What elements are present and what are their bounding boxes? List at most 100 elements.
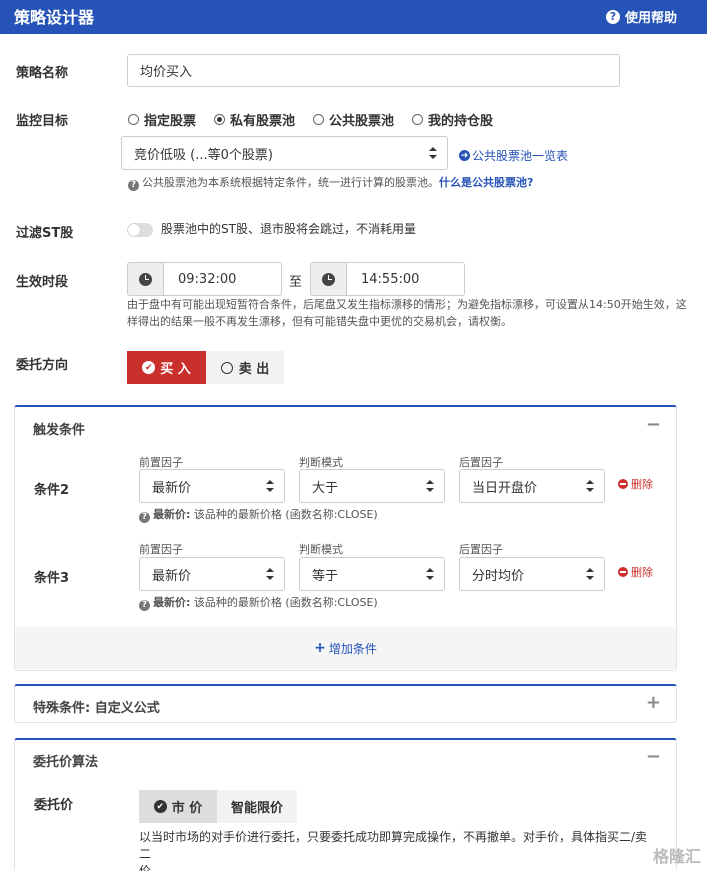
stock-pool-value: 竞价低吸 (...等0个股票) [134, 147, 273, 163]
select-arrow-icon [266, 568, 274, 580]
question-icon: ? [605, 9, 620, 24]
start-time-group: 09:32:00 [127, 262, 282, 296]
add-condition-button[interactable]: + 增加条件 [15, 627, 676, 669]
collapse-icon[interactable]: − [646, 746, 661, 767]
condition-hint-text: 该品种的最新价格 (函数名称:CLOSE) [193, 596, 378, 609]
direction-label: 委托方向 [16, 358, 69, 373]
monitor-target-label: 监控目标 [16, 114, 69, 129]
help-label: 使用帮助 [624, 11, 677, 26]
end-time-group: 14:55:00 [310, 262, 465, 296]
market-price-label: 市 价 [171, 801, 203, 816]
sell-label: 卖 出 [238, 362, 270, 377]
radio-circle [412, 114, 424, 125]
judge-mode-label: 判断模式 [299, 456, 343, 469]
public-pool-hint: ? 公共股票池为本系统根据特定条件，统一进行计算的股票池。什么是公共股票池? [128, 174, 533, 191]
start-time-addon [127, 262, 163, 296]
page-title: 策略设计器 [14, 8, 95, 27]
delete-condition-button[interactable]: 删除 [618, 564, 653, 580]
radio-label: 指定股票 [144, 114, 197, 129]
clock-icon [139, 272, 152, 286]
radio-label: 私有股票池 [230, 114, 296, 129]
delete-condition-button[interactable]: 删除 [618, 476, 653, 492]
active-period-note-line: 由于盘中有可能出现短暂符合条件，后尾盘又发生指标漂移的情形；为避免指标漂移，可设… [127, 298, 687, 311]
start-time-input[interactable]: 09:32:00 [163, 262, 282, 296]
price-label: 委托价 [34, 798, 74, 813]
select-arrow-icon [426, 568, 434, 580]
special-panel-title: 特殊条件: 自定义公式 [33, 701, 160, 716]
active-period-note: 由于盘中有可能出现短暂符合条件，后尾盘又发生指标漂移的情形；为避免指标漂移，可设… [127, 296, 687, 330]
radio-circle [313, 114, 325, 125]
condition-hint: ? 最新价: 该品种的最新价格 (函数名称:CLOSE) [139, 506, 378, 523]
question-icon: ? [128, 180, 139, 191]
check-circle-icon: ✔ [142, 361, 156, 374]
back-factor-select[interactable]: 分时均价 [459, 557, 605, 591]
select-arrow-icon [266, 480, 274, 492]
public-pool-hint-text: 公共股票池为本系统根据特定条件，统一进行计算的股票池。 [142, 176, 439, 189]
condition-hint-bold: 最新价: [153, 508, 191, 521]
judge-mode-value: 等于 [312, 568, 339, 584]
plus-icon: + [314, 640, 326, 656]
radio-private-pool[interactable]: 私有股票池 [214, 110, 295, 129]
question-icon: ? [139, 512, 150, 523]
radio-my-holdings[interactable]: 我的持仓股 [412, 110, 493, 129]
price-description-line: 以当时市场的对手价进行委托，只要委托成功即算完成操作，不再撤单。对手价，具体指买… [139, 830, 648, 861]
sell-button[interactable]: 卖 出 [206, 351, 284, 384]
front-factor-label: 前置因子 [139, 456, 183, 469]
radio-label: 公共股票池 [329, 114, 395, 129]
select-arrow-icon [426, 480, 434, 492]
front-factor-select[interactable]: 最新价 [139, 557, 285, 591]
monitor-target-radios: 指定股票 私有股票池 公共股票池 我的持仓股 [128, 110, 511, 129]
back-factor-label: 后置因子 [459, 456, 503, 469]
filter-st-label: 过滤ST股 [16, 226, 74, 241]
buy-button[interactable]: ✔ 买 入 [127, 351, 206, 384]
market-price-button[interactable]: ✔ 市 价 [139, 790, 217, 823]
clock-icon [322, 272, 335, 286]
smart-limit-label: 智能限价 [230, 801, 283, 816]
top-bar: 策略设计器 ? 使用帮助 [0, 0, 707, 34]
stock-pool-select[interactable]: 竞价低吸 (...等0个股票) [121, 136, 448, 170]
add-condition-label: 增加条件 [328, 641, 377, 656]
end-time-value: 14:55:00 [361, 271, 420, 287]
judge-mode-select[interactable]: 大于 [299, 469, 445, 503]
condition-hint: ? 最新价: 该品种的最新价格 (函数名称:CLOSE) [139, 594, 378, 611]
minus-circle-icon [618, 567, 628, 577]
help-link[interactable]: ? 使用帮助 [605, 7, 677, 26]
radio-circle [214, 114, 226, 125]
delete-label: 删除 [631, 478, 653, 491]
trigger-panel-title: 触发条件 [33, 423, 86, 438]
public-pool-list-label: 公共股票池一览表 [472, 149, 569, 163]
front-factor-value: 最新价 [152, 480, 192, 496]
time-to-label: 至 [289, 275, 303, 290]
what-is-public-pool-link[interactable]: 什么是公共股票池? [439, 176, 533, 189]
collapse-icon[interactable]: − [646, 414, 661, 435]
public-pool-list-link[interactable]: ➜ 公共股票池一览表 [459, 147, 568, 164]
filter-st-text: 股票池中的ST股、退市股将会跳过，不消耗用量 [161, 222, 416, 236]
buy-label: 买 入 [160, 362, 191, 377]
back-factor-label: 后置因子 [459, 543, 503, 556]
condition-hint-text: 该品种的最新价格 (函数名称:CLOSE) [193, 508, 378, 521]
back-factor-value: 分时均价 [472, 568, 525, 584]
price-description-line: 价。 [139, 864, 164, 871]
strategy-name-input[interactable]: 均价买入 [127, 54, 620, 87]
end-time-input[interactable]: 14:55:00 [346, 262, 465, 296]
delete-label: 删除 [631, 566, 653, 579]
filter-st-toggle[interactable] [127, 223, 153, 237]
arrow-right-icon: ➜ [459, 150, 470, 161]
price-description: 以当时市场的对手价进行委托，只要委托成功即算完成操作，不再撤单。对手价，具体指买… [139, 829, 659, 871]
radio-label: 我的持仓股 [428, 114, 494, 129]
judge-mode-select[interactable]: 等于 [299, 557, 445, 591]
radio-circle [128, 114, 139, 125]
front-factor-select[interactable]: 最新价 [139, 469, 285, 503]
active-period-note-line: 样得出的结果一般不再发生漂移，但有可能错失盘中更优的交易机会，请权衡。 [127, 315, 512, 328]
expand-icon[interactable]: + [646, 692, 661, 713]
watermark-logo: 格隆汇 [652, 847, 701, 866]
minus-circle-icon [618, 479, 628, 489]
radio-public-pool[interactable]: 公共股票池 [313, 110, 394, 129]
strategy-name-label: 策略名称 [16, 66, 69, 81]
question-icon: ? [139, 600, 150, 611]
radio-empty-icon [220, 361, 233, 374]
radio-specified-stock[interactable]: 指定股票 [128, 110, 196, 129]
smart-limit-button[interactable]: 智能限价 [217, 790, 297, 823]
end-time-addon [310, 262, 346, 296]
back-factor-select[interactable]: 当日开盘价 [459, 469, 605, 503]
